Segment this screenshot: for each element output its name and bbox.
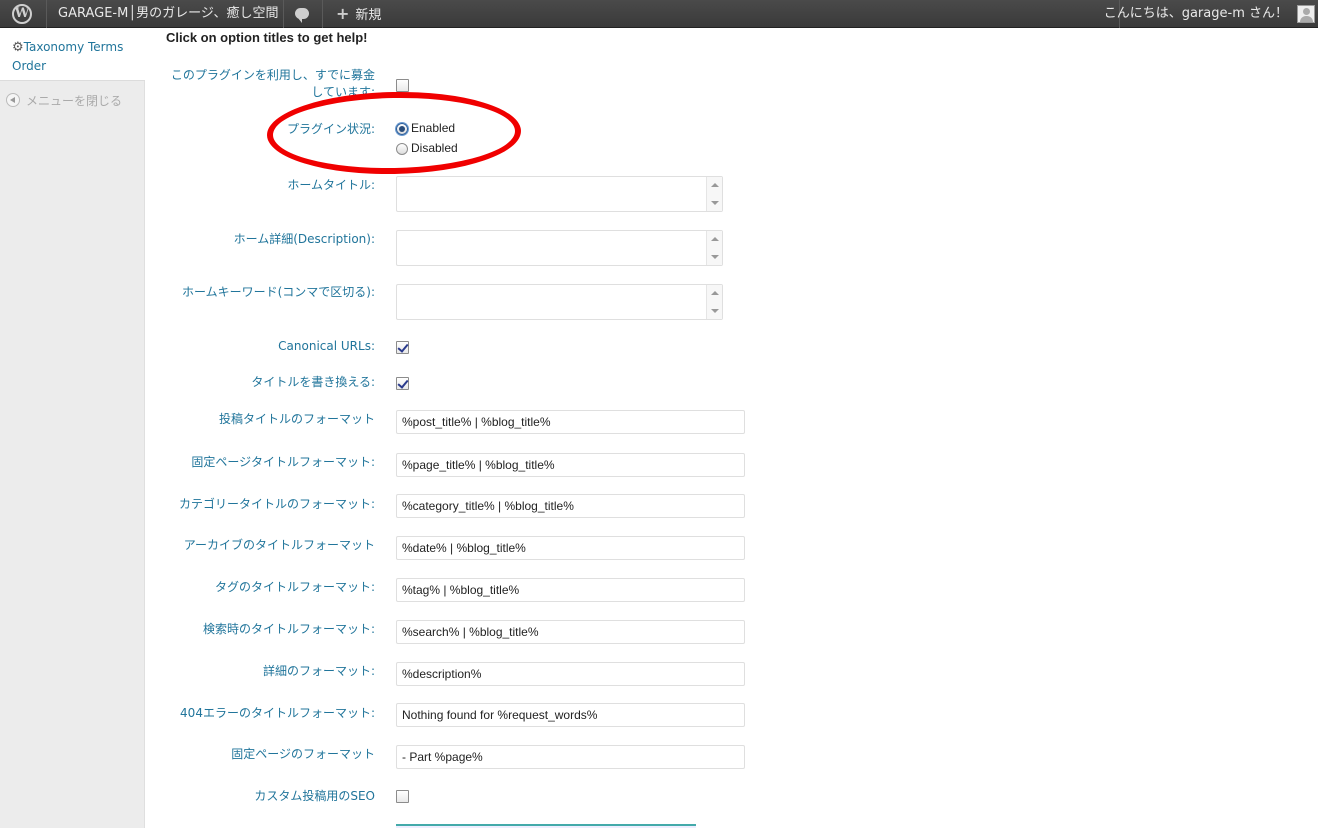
tag-title-format-label[interactable]: タグのタイトルフォーマット: [215, 579, 375, 596]
home-description-textarea[interactable] [396, 230, 723, 266]
description-format-label[interactable]: 詳細のフォーマット: [263, 663, 375, 680]
home-description-label[interactable]: ホーム詳細(Description): [234, 231, 375, 248]
gear-icon: ⚙ [12, 40, 24, 55]
404-title-format-label[interactable]: 404エラーのタイトルフォーマット: [180, 705, 375, 722]
wordpress-logo-icon[interactable]: W [0, 0, 46, 28]
404-title-format-input[interactable]: Nothing found for %request_words% [396, 703, 745, 727]
custom-post-seo-label[interactable]: カスタム投稿用のSEO [254, 788, 375, 805]
scrollbar[interactable] [706, 231, 722, 265]
page-title-format-label[interactable]: 固定ページタイトルフォーマット: [191, 454, 375, 471]
scrollbar[interactable] [706, 285, 722, 319]
plugin-status-enabled-label: Enabled [411, 121, 456, 135]
plugin-status-disabled-label: Disabled [411, 141, 458, 155]
separator [322, 0, 323, 28]
admin-bar: W GARAGE-M│男のガレージ、癒し空間 + 新規 こんにちは、garage-… [0, 0, 1318, 28]
avatar[interactable] [1297, 5, 1315, 23]
description-format-input[interactable]: %description% [396, 662, 745, 686]
canonical-urls-checkbox[interactable] [396, 341, 409, 354]
new-label: 新規 [355, 8, 382, 23]
plugin-status-label[interactable]: プラグイン状況: [287, 121, 375, 138]
plugin-status-disabled-radio[interactable] [396, 143, 408, 155]
plugin-status-enabled-radio[interactable] [396, 123, 408, 135]
post-title-format-input[interactable]: %post_title% | %blog_title% [396, 410, 745, 434]
rewrite-titles-checkbox[interactable] [396, 377, 409, 390]
home-keywords-label[interactable]: ホームキーワード(コンマで区切る): [182, 284, 375, 301]
admin-sidebar: ⚙Taxonomy Terms Order メニューを閉じる [0, 28, 145, 828]
search-title-format-label[interactable]: 検索時のタイトルフォーマット: [203, 621, 375, 638]
paged-format-label[interactable]: 固定ページのフォーマット [231, 746, 375, 763]
home-title-textarea[interactable] [396, 176, 723, 212]
archive-title-format-input[interactable]: %date% | %blog_title% [396, 536, 745, 560]
category-title-format-input[interactable]: %category_title% | %blog_title% [396, 494, 745, 518]
tag-title-format-input[interactable]: %tag% | %blog_title% [396, 578, 745, 602]
collapse-menu-button[interactable]: メニューを閉じる [6, 92, 122, 109]
howdy-account-link[interactable]: こんにちは、garage-m さん！ [1104, 0, 1288, 28]
page-title-format-input[interactable]: %page_title% | %blog_title% [396, 453, 745, 477]
sidebar-item-label: Taxonomy Terms Order [12, 40, 124, 73]
collapse-arrow-icon [6, 93, 20, 107]
paged-format-input[interactable]: - Part %page% [396, 745, 745, 769]
canonical-urls-label[interactable]: Canonical URLs: [278, 338, 375, 355]
home-keywords-textarea[interactable] [396, 284, 723, 320]
plus-icon: + [336, 4, 350, 23]
donated-label[interactable]: このプラグインを利用し、すでに募金しています: [165, 67, 375, 101]
scrollbar[interactable] [706, 177, 722, 211]
separator [46, 0, 47, 28]
help-title: Click on option titles to get help! [166, 30, 368, 45]
rewrite-titles-label[interactable]: タイトルを書き換える: [251, 374, 375, 391]
custom-post-seo-checkbox[interactable] [396, 790, 409, 803]
donated-checkbox[interactable] [396, 79, 409, 92]
home-title-label[interactable]: ホームタイトル: [287, 177, 375, 194]
sidebar-item-taxonomy-terms-order[interactable]: ⚙Taxonomy Terms Order [0, 28, 145, 81]
next-field-partial [396, 824, 696, 828]
category-title-format-label[interactable]: カテゴリータイトルのフォーマット: [179, 496, 375, 513]
post-title-format-label[interactable]: 投稿タイトルのフォーマット [219, 411, 375, 428]
new-content-button[interactable]: + 新規 [336, 0, 381, 28]
archive-title-format-label[interactable]: アーカイブのタイトルフォーマット [184, 537, 375, 554]
collapse-menu-label: メニューを閉じる [26, 94, 123, 108]
main-content: Click on option titles to get help! このプラ… [146, 28, 1318, 828]
search-title-format-input[interactable]: %search% | %blog_title% [396, 620, 745, 644]
comments-icon[interactable] [284, 0, 322, 28]
site-name-link[interactable]: GARAGE-M│男のガレージ、癒し空間 [58, 0, 279, 28]
